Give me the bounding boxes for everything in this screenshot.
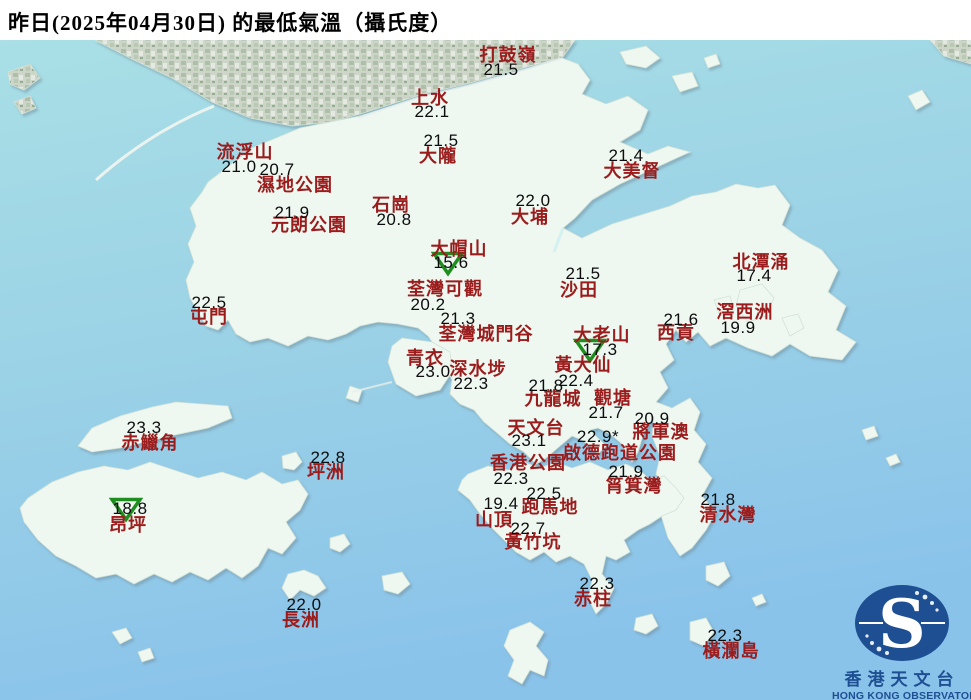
hong-kong-map — [0, 38, 971, 700]
title-bar: 昨日(2025年04月30日) 的最低氣溫（攝氏度） — [0, 0, 971, 40]
weather-map-screenshot: 打鼓嶺 21.5 上水 22.1 大隴 21.5 流浮山 21.0 濕地公園 20.7 元朗公園 21… — [0, 0, 971, 700]
map-title: 昨日(2025年04月30日) 的最低氣溫（攝氏度） — [8, 11, 453, 35]
hko-logo-chinese-name: 香港天文台 — [844, 670, 960, 689]
svg-text:S: S — [878, 585, 926, 663]
hko-logo-icon: S — [855, 585, 949, 663]
hko-logo: S 香港天文台 HONG KONG OBSERVATORY — [832, 582, 971, 700]
hko-logo-english-name: HONG KONG OBSERVATORY — [832, 690, 971, 700]
